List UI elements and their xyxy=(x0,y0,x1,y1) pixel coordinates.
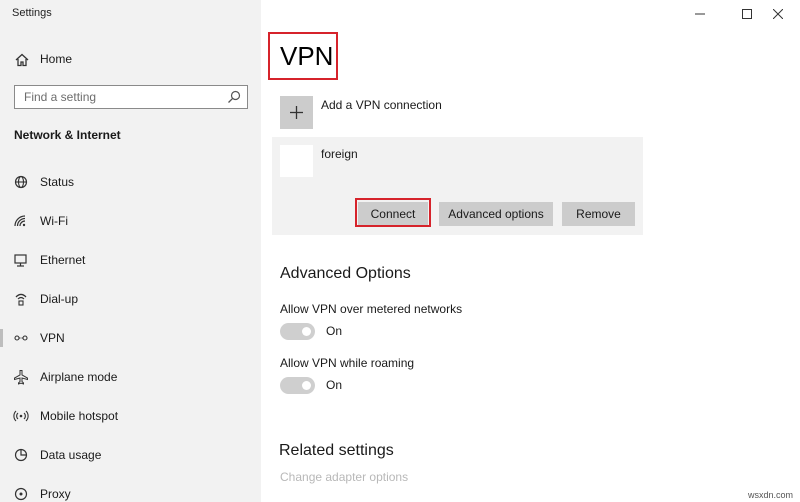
plus-icon xyxy=(290,106,303,119)
add-vpn-connection[interactable]: Add a VPN connection xyxy=(280,96,640,130)
roaming-setting-label: Allow VPN while roaming xyxy=(280,356,415,370)
nav-home[interactable]: Home xyxy=(0,46,261,74)
wifi-icon xyxy=(14,215,26,227)
sidebar-item-label: Ethernet xyxy=(40,253,86,267)
vpn-connection-card[interactable]: foreign Connect Advanced options Remove xyxy=(272,137,643,235)
related-settings-heading: Related settings xyxy=(279,442,394,459)
ethernet-icon xyxy=(14,254,27,267)
section-title: Network & Internet xyxy=(14,128,121,142)
sidebar-item-status[interactable]: Status xyxy=(0,166,261,198)
advanced-options-heading: Advanced Options xyxy=(280,265,411,282)
add-vpn-tile[interactable] xyxy=(280,96,313,129)
sidebar-item-airplane-mode[interactable]: Airplane mode xyxy=(0,361,261,393)
watermark: wsxdn.com xyxy=(747,490,793,500)
connect-highlight-box xyxy=(355,198,431,227)
sidebar: Settings Home Network & Internet Status xyxy=(0,0,261,502)
advanced-options-button[interactable]: Advanced options xyxy=(439,202,553,226)
sidebar-item-label: Mobile hotspot xyxy=(40,409,119,423)
toggle-knob xyxy=(302,327,311,336)
remove-button[interactable]: Remove xyxy=(562,202,635,226)
status-icon xyxy=(14,175,28,189)
metered-toggle-state: On xyxy=(326,324,343,338)
roaming-toggle-state: On xyxy=(326,378,343,392)
sidebar-item-label: Proxy xyxy=(40,487,71,501)
minimize-button[interactable] xyxy=(677,0,722,28)
roaming-toggle-row: On xyxy=(280,376,480,396)
vpn-connection-name: foreign xyxy=(321,147,358,161)
sidebar-item-label: Status xyxy=(40,175,75,189)
minimize-icon xyxy=(694,13,705,15)
metered-toggle-row: On xyxy=(280,322,480,342)
roaming-toggle[interactable] xyxy=(280,377,315,394)
proxy-icon xyxy=(14,487,28,501)
home-icon xyxy=(15,53,29,67)
metered-toggle[interactable] xyxy=(280,323,315,340)
maximize-icon xyxy=(741,9,752,19)
change-adapter-options-link[interactable]: Change adapter options xyxy=(280,470,408,484)
data-usage-icon xyxy=(14,448,28,462)
search-box[interactable] xyxy=(14,85,248,109)
add-vpn-label: Add a VPN connection xyxy=(321,98,442,112)
sidebar-item-mobile-hotspot[interactable]: Mobile hotspot xyxy=(0,400,261,432)
search-input[interactable] xyxy=(15,86,220,108)
sidebar-item-wifi[interactable]: Wi-Fi xyxy=(0,205,261,237)
sidebar-item-label: Dial-up xyxy=(40,292,79,306)
sidebar-item-vpn[interactable]: VPN xyxy=(0,322,261,354)
vpn-connection-icon xyxy=(280,145,313,177)
sidebar-item-label: Data usage xyxy=(40,448,102,462)
toggle-knob xyxy=(302,381,311,390)
sidebar-item-label: Wi-Fi xyxy=(40,214,68,228)
sidebar-item-proxy[interactable]: Proxy xyxy=(0,478,261,502)
sidebar-item-label: Airplane mode xyxy=(40,370,118,384)
vpn-icon xyxy=(14,335,28,341)
dial-up-icon xyxy=(15,293,27,306)
sidebar-item-label: VPN xyxy=(40,331,65,345)
airplane-icon xyxy=(14,370,28,385)
close-icon xyxy=(772,9,783,19)
nav-home-label: Home xyxy=(40,52,73,66)
close-button[interactable] xyxy=(755,0,800,28)
app-title: Settings xyxy=(12,7,52,19)
metered-setting-label: Allow VPN over metered networks xyxy=(280,302,463,316)
page-title: VPN xyxy=(280,41,334,71)
sidebar-item-ethernet[interactable]: Ethernet xyxy=(0,244,261,276)
sidebar-item-data-usage[interactable]: Data usage xyxy=(0,439,261,471)
sidebar-item-dial-up[interactable]: Dial-up xyxy=(0,283,261,315)
hotspot-icon xyxy=(13,410,29,422)
search-icon[interactable] xyxy=(227,90,241,104)
